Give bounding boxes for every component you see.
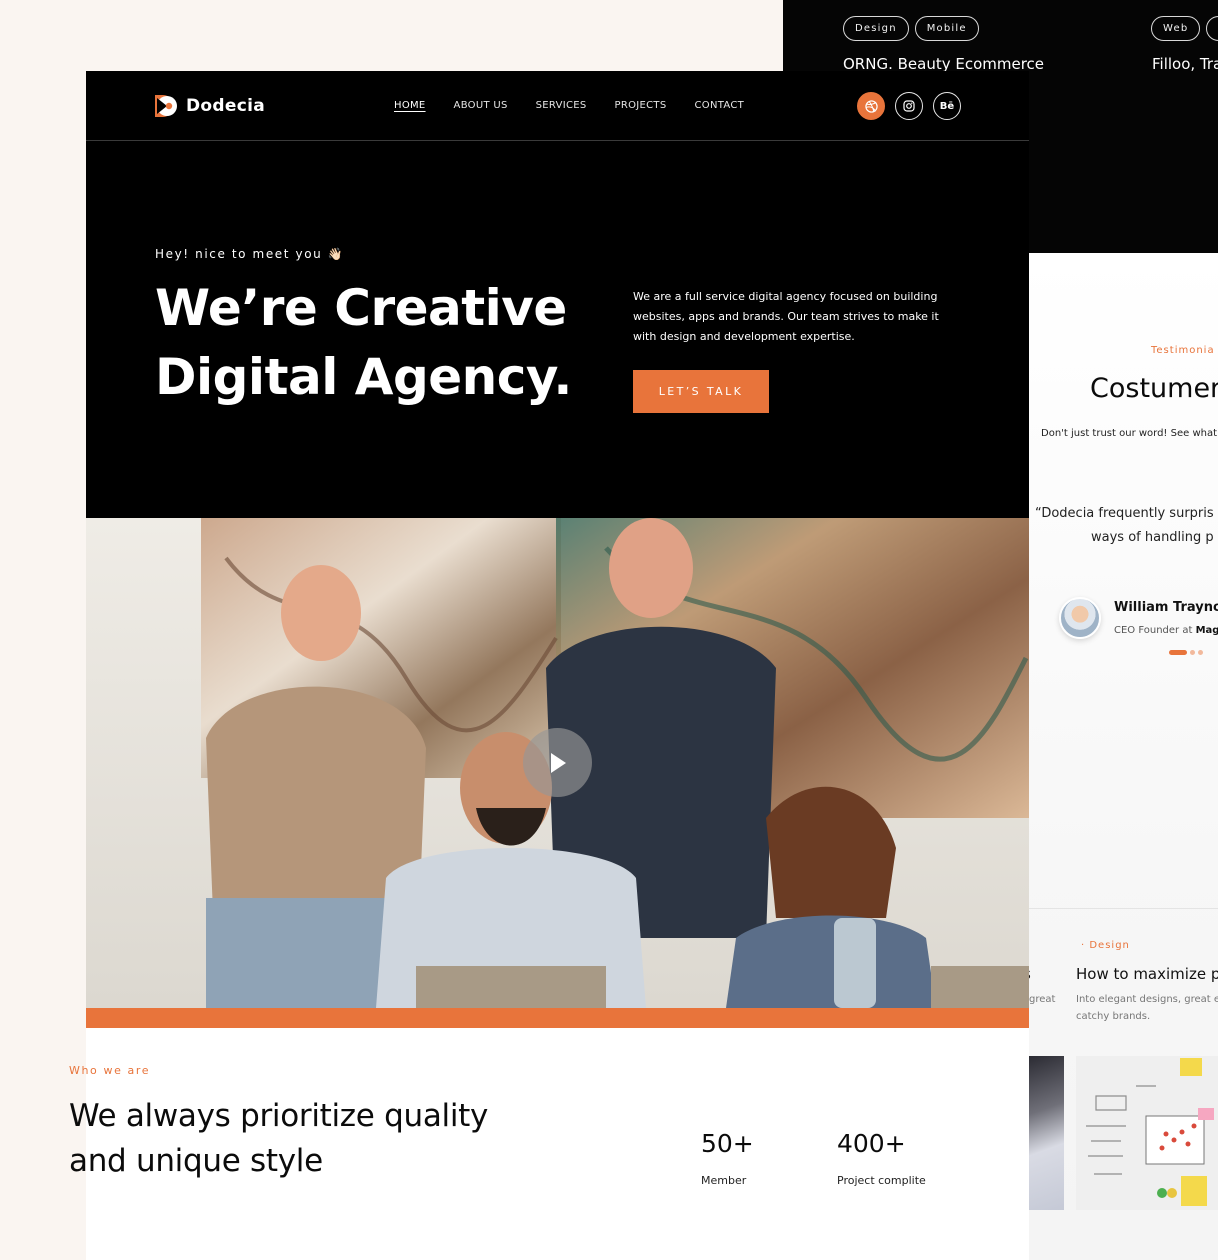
instagram-icon[interactable] <box>895 92 923 120</box>
who-heading: We always prioritize quality <box>69 1098 489 1134</box>
testimonial-quote: “Dodecia frequently surpris <box>1035 506 1214 521</box>
header-divider <box>86 140 1029 141</box>
nav-about-us[interactable]: ABOUT US <box>454 100 508 111</box>
brand-name: Dodecia <box>186 96 265 116</box>
accent-strip <box>86 1008 1029 1028</box>
landing-page: Dodecia HOME ABOUT US SERVICES PROJECTS … <box>86 71 1029 1260</box>
blog-title[interactable]: How to maximize pr <box>1076 965 1218 983</box>
behance-icon[interactable]: Bē <box>933 92 961 120</box>
divider <box>1029 908 1218 909</box>
testimonial-quote-cont: ways of handling p <box>1091 530 1214 545</box>
blog-thumbnail[interactable] <box>1029 1056 1064 1210</box>
testimonial-blog-panel: Testimonia Costumer Don't just trust our… <box>1029 253 1218 1260</box>
avatar <box>1059 597 1101 639</box>
author-role-text: CEO Founder at <box>1114 625 1196 636</box>
hero-heading-cont: Digital Agency. <box>155 348 572 406</box>
carousel-dot-active[interactable] <box>1169 650 1187 655</box>
nav-contact[interactable]: CONTACT <box>695 100 745 111</box>
project-tags: Design Mobile <box>843 16 979 41</box>
testimonial-subtitle: Don't just trust our word! See what p <box>1041 428 1218 439</box>
main-nav: HOME ABOUT US SERVICES PROJECTS CONTACT <box>394 100 744 111</box>
testimonial-title: Costumer <box>1090 373 1218 404</box>
who-we-are-label: Who we are <box>69 1064 151 1077</box>
behance-glyph: Bē <box>939 100 955 112</box>
tag-chip[interactable]: D <box>1206 16 1218 41</box>
dodecia-logo-icon <box>155 95 177 117</box>
play-video-button[interactable] <box>523 728 592 797</box>
brand-logo[interactable]: Dodecia <box>155 95 265 117</box>
hero-heading: We’re Creative <box>155 279 567 337</box>
blog-title-fragment[interactable]: s <box>1029 965 1031 983</box>
whiteboard-illustration <box>1076 1056 1218 1210</box>
lets-talk-button[interactable]: LET’S TALK <box>633 370 769 413</box>
nav-home[interactable]: HOME <box>394 100 426 111</box>
carousel-dot[interactable] <box>1198 650 1203 655</box>
stat-projects-label: Project complite <box>837 1174 926 1187</box>
blog-excerpt-fragment: great <box>1029 994 1056 1005</box>
tag-chip[interactable]: Mobile <box>914 16 979 41</box>
blog-excerpt-cont: catchy brands. <box>1076 1011 1151 1022</box>
author-company: Mag <box>1195 625 1218 636</box>
testimonial-author-name: William Traynor <box>1114 600 1218 615</box>
instagram-glyph <box>903 100 915 112</box>
social-links: Bē <box>857 92 961 120</box>
tag-chip[interactable]: Design <box>843 16 909 41</box>
project-title[interactable]: Filloo, Tra <box>1152 55 1218 73</box>
carousel-dot[interactable] <box>1190 650 1195 655</box>
hero-greeting: Hey! nice to meet you 👋🏻 <box>155 247 345 261</box>
testimonial-author-role: CEO Founder at Mag <box>1114 625 1218 636</box>
who-heading-cont: and unique style <box>69 1143 323 1179</box>
nav-services[interactable]: SERVICES <box>536 100 587 111</box>
tag-chip[interactable]: Web <box>1151 16 1201 41</box>
testimonial-label: Testimonia <box>1151 345 1215 356</box>
project-tags: Web D <box>1151 16 1218 41</box>
hero-intro: We are a full service digital agency foc… <box>633 290 939 343</box>
play-icon <box>550 752 566 773</box>
hero-section: Dodecia HOME ABOUT US SERVICES PROJECTS … <box>86 71 1029 518</box>
blog-thumbnail[interactable] <box>1076 1056 1218 1210</box>
stat-projects-value: 400+ <box>837 1129 906 1158</box>
nav-projects[interactable]: PROJECTS <box>615 100 667 111</box>
stat-members-label: Member <box>701 1174 747 1187</box>
blog-excerpt: Into elegant designs, great ex <box>1076 994 1218 1005</box>
stat-members-value: 50+ <box>701 1129 754 1158</box>
dribbble-glyph <box>864 99 878 113</box>
dribbble-icon[interactable] <box>857 92 885 120</box>
blog-category[interactable]: · Design <box>1081 940 1130 951</box>
hero-team-photo <box>86 518 1029 1008</box>
carousel-dots <box>1169 650 1203 655</box>
